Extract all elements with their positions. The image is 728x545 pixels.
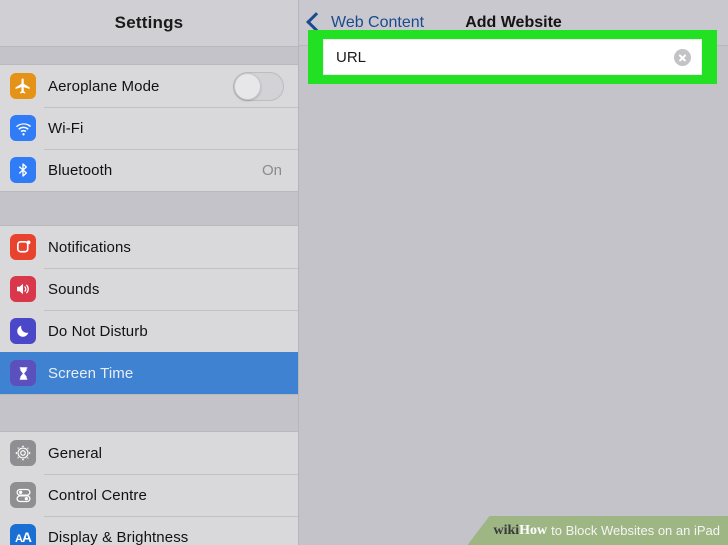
sidebar-item-sounds[interactable]: Sounds	[0, 268, 298, 310]
sidebar-group-system: General Control Centre AA Display & Brig…	[0, 432, 298, 545]
sidebar-item-label: General	[48, 444, 103, 462]
sidebar-item-control-centre[interactable]: Control Centre	[0, 474, 298, 516]
sidebar-gap-top	[0, 46, 298, 65]
sidebar-item-general[interactable]: General	[0, 432, 298, 474]
url-input[interactable]: URL	[323, 39, 702, 75]
sidebar-gap-middle	[0, 191, 298, 226]
sidebar-item-label: Notifications	[48, 238, 132, 256]
url-input-value: URL	[336, 48, 367, 66]
aa-glyph: AA	[14, 529, 32, 545]
sidebar-item-do-not-disturb[interactable]: Do Not Disturb	[0, 310, 298, 352]
toggle-knob	[234, 72, 261, 100]
gear-icon	[10, 440, 36, 466]
sidebar-item-screen-time[interactable]: Screen Time	[0, 352, 298, 394]
bluetooth-icon	[10, 157, 36, 183]
wifi-icon	[10, 115, 36, 141]
settings-sidebar: Settings Aeroplane Mode Wi-Fi Bluetooth …	[0, 0, 299, 545]
watermark-wiki: wiki	[493, 522, 520, 538]
sidebar-group-alerts: Notifications Sounds Do Not Disturb Scre…	[0, 226, 298, 394]
sidebar-title: Settings	[0, 0, 298, 46]
sidebar-item-notifications[interactable]: Notifications	[0, 226, 298, 268]
sidebar-group-connectivity: Aeroplane Mode Wi-Fi Bluetooth On	[0, 65, 298, 191]
sidebar-item-label: Screen Time	[48, 364, 134, 382]
clear-circle-icon[interactable]	[674, 48, 691, 66]
hourglass-icon	[10, 360, 36, 386]
notifications-icon	[10, 234, 36, 260]
sidebar-item-display-brightness[interactable]: AA Display & Brightness	[0, 516, 298, 545]
sidebar-item-label: Do Not Disturb	[48, 322, 148, 340]
sidebar-item-label: Aeroplane Mode	[48, 77, 160, 95]
sidebar-item-label: Bluetooth	[48, 161, 113, 179]
ipad-settings-screen: Settings Aeroplane Mode Wi-Fi Bluetooth …	[0, 0, 728, 545]
sounds-icon	[10, 276, 36, 302]
control-centre-icon	[10, 482, 36, 508]
sidebar-item-label: Sounds	[48, 280, 100, 298]
url-field-highlight: URL	[308, 30, 717, 84]
sidebar-item-aeroplane-mode[interactable]: Aeroplane Mode	[0, 65, 298, 107]
add-website-pane: Web Content Add Website URL wiki How to Bl…	[299, 0, 728, 545]
sidebar-item-label: Wi-Fi	[48, 119, 84, 137]
sidebar-item-wifi[interactable]: Wi-Fi	[0, 107, 298, 149]
moon-icon	[10, 318, 36, 344]
watermark-caption: to Block Websites on an iPad	[551, 523, 720, 538]
sidebar-item-bluetooth[interactable]: Bluetooth On	[0, 149, 298, 191]
sidebar-gap-bottom	[0, 394, 298, 432]
watermark-how: How	[519, 522, 548, 538]
wikihow-watermark: wiki How to Block Websites on an iPad	[467, 516, 728, 545]
airplane-icon	[10, 73, 36, 99]
display-brightness-icon: AA	[10, 524, 36, 545]
sidebar-item-label: Display & Brightness	[48, 528, 189, 545]
aeroplane-mode-toggle[interactable]	[233, 71, 284, 101]
bluetooth-status-value: On	[261, 161, 282, 179]
sidebar-item-label: Control Centre	[48, 486, 147, 504]
